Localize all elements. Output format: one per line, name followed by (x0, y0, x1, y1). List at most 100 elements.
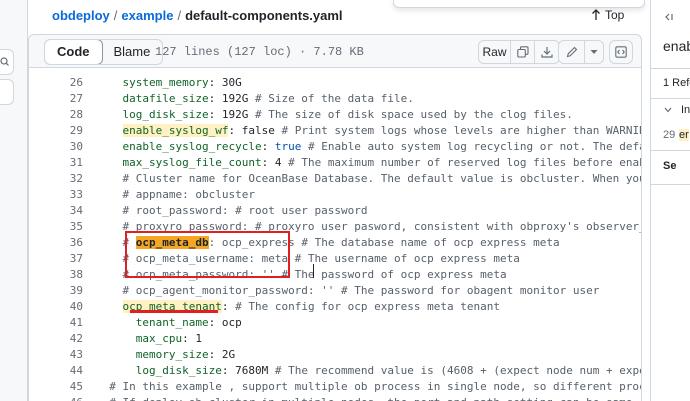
code-text: log_disk_size: 7680M # The recommend val… (96, 363, 641, 379)
code-line: 38 # ocp_meta_password: '' # The passwor… (29, 267, 641, 283)
code-text: tenant_name: ocp (96, 315, 242, 331)
code-token: : 2G (208, 348, 236, 361)
reference-match-text[interactable]: er (679, 129, 689, 141)
popover-edge (393, 0, 645, 8)
code-token: max_syslog_file_count (122, 156, 262, 169)
line-number[interactable]: 29 (29, 123, 83, 139)
triangle-down-icon (590, 50, 598, 54)
blame-tab[interactable]: Blame (102, 40, 163, 64)
line-number[interactable]: 36 (29, 235, 83, 251)
code-line: 44 log_disk_size: 7680M # The recommend … (29, 363, 641, 379)
edit-dropdown-button[interactable] (585, 41, 603, 63)
symbols-panel-button[interactable] (609, 40, 633, 64)
code-line: 27 datafile_size: 192G # Size of the dat… (29, 91, 641, 107)
line-number[interactable]: 35 (29, 219, 83, 235)
line-number[interactable]: 41 (29, 315, 83, 331)
code-text: memory_size: 2G (96, 347, 235, 363)
search-icon-button[interactable] (0, 49, 14, 75)
file-info: 127 lines (127 loc) · 7.78 KB (155, 45, 364, 59)
line-number[interactable]: 32 (29, 171, 83, 187)
line-number[interactable]: 37 (29, 251, 83, 267)
code-text: log_disk_size: 192G # The size of disk s… (96, 107, 573, 123)
chevron-down-icon[interactable] (664, 106, 672, 114)
sidebar-toggle-button[interactable] (0, 79, 14, 105)
line-number[interactable]: 45 (29, 379, 83, 395)
divider (651, 184, 690, 185)
code-token: # root_password: # root user password (122, 204, 368, 217)
line-number[interactable]: 26 (29, 75, 83, 91)
breadcrumb-repo-link[interactable]: obdeploy (52, 8, 110, 23)
line-number[interactable]: 27 (29, 91, 83, 107)
line-number[interactable]: 44 (29, 363, 83, 379)
line-number[interactable]: 46 (29, 395, 83, 401)
divider (651, 68, 690, 69)
code-text: system_memory: 30G (96, 75, 242, 91)
divider (651, 98, 690, 99)
code-text: max_cpu: 1 (96, 331, 202, 347)
line-number[interactable]: 34 (29, 203, 83, 219)
code-token: # Enable auto system log recycling or no… (307, 140, 641, 153)
raw-button[interactable]: Raw (479, 41, 511, 63)
edit-button[interactable] (559, 41, 585, 63)
code-token: # The size of disk space used by the clo… (254, 108, 573, 121)
line-number[interactable]: 43 (29, 347, 83, 363)
code-token: # If deploy ob cluster in multiple nodes… (109, 396, 639, 401)
code-line: 31 max_syslog_file_count: 4 # The maximu… (29, 155, 641, 171)
code-token: # Cluster name for OceanBase Database. T… (122, 172, 642, 185)
line-number[interactable]: 33 (29, 187, 83, 203)
reference-line-number[interactable]: 29 (663, 129, 675, 141)
line-number[interactable]: 40 (29, 299, 83, 315)
code-token: # Print system logs whose levels are hig… (281, 124, 641, 137)
line-number[interactable]: 39 (29, 283, 83, 299)
symbol-search-text[interactable]: enab (663, 38, 690, 54)
breadcrumb-file-name: default-components.yaml (185, 8, 343, 23)
code-token: memory_size (135, 348, 209, 361)
code-line: 34 # root_password: # root user password (29, 203, 641, 219)
code-token: : 7680M (221, 364, 275, 377)
code-token: tenant_name (135, 316, 209, 329)
chevron-left-icon[interactable] (664, 13, 674, 21)
code-line: 29 enable_syslog_wf: false # Print syste… (29, 123, 641, 139)
code-view[interactable]: 26 system_memory: 30G 27 datafile_size: 1… (28, 68, 642, 401)
line-number[interactable]: 30 (29, 139, 83, 155)
download-button[interactable] (535, 41, 559, 63)
code-tab[interactable]: Code (45, 40, 103, 64)
code-token: : 192G (208, 108, 255, 121)
copy-button[interactable] (511, 41, 535, 63)
line-number[interactable]: 42 (29, 331, 83, 347)
file-header: Code Blame 127 lines (127 loc) · 7.78 KB… (28, 34, 642, 68)
top-link[interactable]: Top (591, 8, 624, 22)
line-number[interactable]: 31 (29, 155, 83, 171)
download-icon (541, 47, 553, 58)
breadcrumb-separator: / (113, 8, 118, 23)
code-line: 46 # If deploy ob cluster in multiple no… (29, 395, 641, 401)
line-number[interactable]: 38 (29, 267, 83, 283)
search-all-link[interactable]: Se (663, 160, 676, 172)
code-text: # appname: obcluster (96, 187, 255, 203)
breadcrumb-folder-link[interactable]: example (121, 8, 173, 23)
code-text: # ocp_agent_monitor_password: '' # The p… (96, 283, 600, 299)
code-line: 26 system_memory: 30G (29, 75, 641, 91)
line-number[interactable]: 28 (29, 107, 83, 123)
code-line: 40 ocp_meta_tenant: # The config for ocp… (29, 299, 641, 315)
code-token: # appname: obcluster (122, 188, 255, 201)
right-panel: enab 1 Refe In 29 er Se (650, 0, 690, 401)
code-token: # The recommend value is (4608 + (expect… (274, 364, 641, 377)
code-token: log_disk_size (135, 364, 222, 377)
code-line: 45 # In this example , support multiple … (29, 379, 641, 395)
code-token: enable_syslog_wf (122, 124, 229, 137)
code-line: 42 max_cpu: 1 (29, 331, 641, 347)
